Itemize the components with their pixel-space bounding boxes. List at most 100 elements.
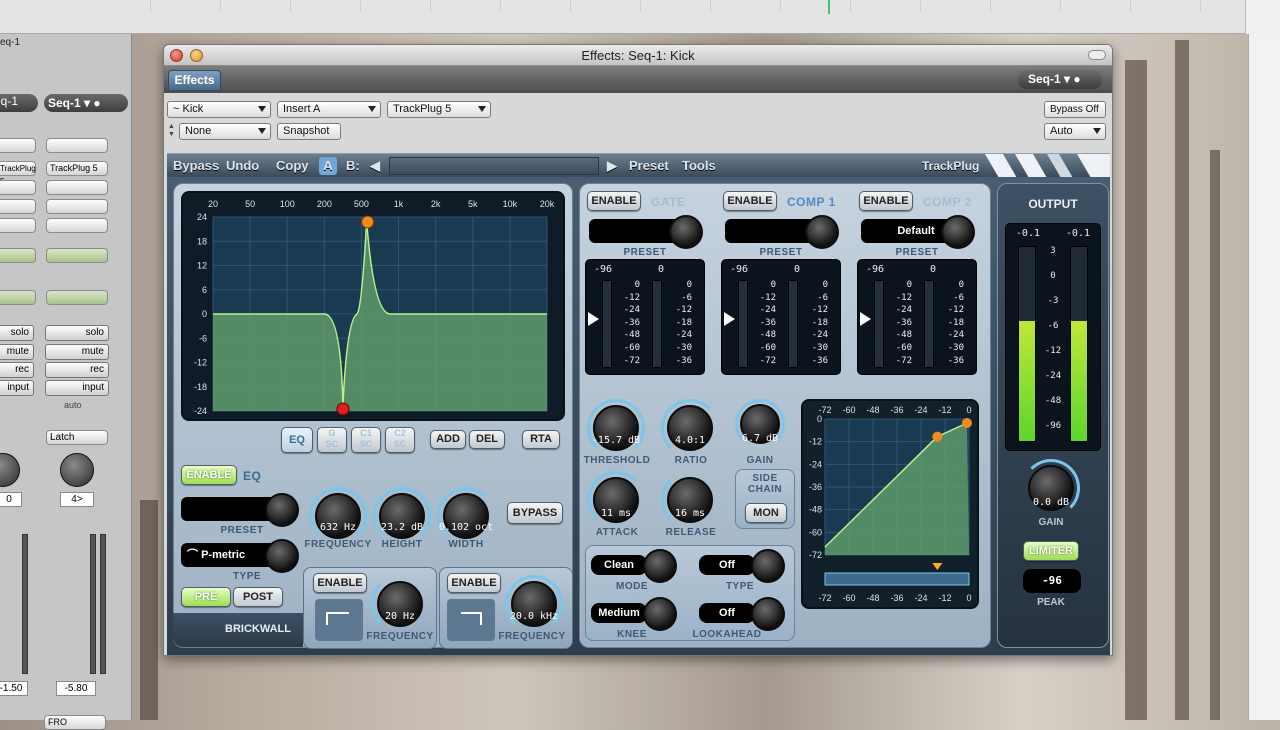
comp2-enable-button[interactable]: ENABLE bbox=[859, 191, 913, 211]
rec-button[interactable]: rec bbox=[45, 362, 109, 378]
type-knob[interactable] bbox=[751, 549, 785, 583]
track-select[interactable]: ~ Kick bbox=[167, 101, 271, 118]
mixer-send[interactable] bbox=[0, 290, 36, 305]
rec-button[interactable]: rec bbox=[0, 362, 34, 378]
volume-value[interactable]: -5.80 bbox=[56, 681, 96, 696]
preset-select[interactable]: None bbox=[179, 123, 271, 140]
low-brickwall-enable-button[interactable]: ENABLE bbox=[313, 573, 367, 593]
sidechain-monitor-button[interactable]: MON bbox=[745, 503, 787, 523]
mixer-insert-slot[interactable] bbox=[46, 138, 108, 153]
undo-button[interactable]: Undo bbox=[226, 157, 259, 175]
lookahead-field[interactable]: Off bbox=[699, 603, 755, 623]
effects-tab[interactable]: Effects bbox=[168, 70, 221, 91]
automation-mode-select[interactable]: Latch bbox=[46, 430, 108, 445]
playhead[interactable] bbox=[828, 0, 830, 14]
toolbar-toggle-button[interactable] bbox=[1088, 50, 1106, 60]
close-button[interactable] bbox=[170, 49, 183, 62]
comp2-sidechain-tab[interactable]: C2 SC bbox=[385, 427, 415, 453]
limiter-button[interactable]: LIMITER bbox=[1023, 541, 1079, 561]
eq-curve-plot[interactable]: 20 50 100 200 500 1k 2k 5k 10k 20k 24 18 12 6 0 -6 -12 -1… bbox=[183, 193, 563, 419]
mixer-slot[interactable] bbox=[0, 180, 36, 195]
next-preset-icon[interactable]: ▶ bbox=[607, 157, 617, 175]
eq-preset-knob[interactable] bbox=[265, 493, 299, 527]
eq-graph[interactable]: 20 50 100 200 500 1k 2k 5k 10k 20k 24 18 12 6 0 -6 -12 -1… bbox=[181, 191, 565, 421]
mode-knob[interactable] bbox=[643, 549, 677, 583]
snapshot-button[interactable]: Snapshot bbox=[277, 123, 341, 140]
gate-enable-button[interactable]: ENABLE bbox=[587, 191, 641, 211]
mixer-send[interactable] bbox=[46, 248, 108, 263]
mixer-sequence-selector-left[interactable]: Seq-1 bbox=[0, 94, 38, 112]
preset-stepper[interactable]: ▲ ▼ bbox=[168, 123, 178, 139]
post-button[interactable]: POST bbox=[233, 587, 283, 607]
mute-button[interactable]: mute bbox=[0, 344, 34, 360]
mixer-plug-slot[interactable]: TrackPlug 5 bbox=[0, 161, 36, 186]
ratio-node[interactable] bbox=[962, 418, 972, 428]
mixer-insert-slot[interactable] bbox=[0, 138, 36, 153]
rta-button[interactable]: RTA bbox=[522, 430, 560, 449]
output-peak-right[interactable]: -0.1 bbox=[1064, 228, 1090, 239]
threshold-arrow-icon[interactable] bbox=[724, 312, 735, 326]
transfer-curve-plot[interactable]: -72 -72 -60 -60 -48 -48 -36 -36 -24 -24 -12 -12 0 0 0 -… bbox=[803, 401, 977, 607]
threshold-node[interactable] bbox=[932, 431, 943, 442]
threshold-marker-icon[interactable] bbox=[932, 563, 943, 570]
insert-select[interactable]: Insert A bbox=[277, 101, 381, 118]
mute-button[interactable]: mute bbox=[45, 344, 109, 360]
type-field[interactable]: Off bbox=[699, 555, 755, 575]
eq-enable-button[interactable]: ENABLE bbox=[181, 465, 237, 485]
plugin-select[interactable]: TrackPlug 5 bbox=[387, 101, 491, 118]
auto-select[interactable]: Auto bbox=[1044, 123, 1106, 140]
volume-value[interactable]: -1.50 bbox=[0, 681, 28, 696]
tools-menu-button[interactable]: Tools bbox=[682, 157, 716, 175]
output-peak-left[interactable]: -0.1 bbox=[1014, 228, 1040, 239]
eq-type-knob[interactable] bbox=[265, 539, 299, 573]
mixer-slot[interactable] bbox=[46, 199, 108, 214]
preset-menu-button[interactable]: Preset bbox=[629, 157, 669, 175]
mixer-slot[interactable] bbox=[46, 218, 108, 233]
mixer-output-select[interactable]: FRO bbox=[44, 715, 106, 730]
copy-button[interactable]: Copy bbox=[276, 157, 309, 175]
eq-band-node-cut[interactable] bbox=[336, 402, 350, 416]
high-brickwall-enable-button[interactable]: ENABLE bbox=[447, 573, 501, 593]
knee-knob[interactable] bbox=[643, 597, 677, 631]
solo-button[interactable]: solo bbox=[0, 325, 34, 341]
mixer-slot[interactable] bbox=[0, 199, 36, 214]
gate-tab[interactable]: GATE bbox=[651, 195, 685, 209]
delete-band-button[interactable]: DEL bbox=[469, 430, 505, 449]
mixer-plug-slot[interactable]: TrackPlug 5 bbox=[46, 161, 108, 176]
bypass-off-button[interactable]: Bypass Off bbox=[1044, 101, 1106, 118]
dynamics-preset-knob[interactable] bbox=[941, 215, 975, 249]
solo-button[interactable]: solo bbox=[45, 325, 109, 341]
comp1-sidechain-tab[interactable]: C1 SC bbox=[351, 427, 381, 453]
peak-value[interactable]: -96 bbox=[1023, 569, 1081, 593]
mixer-slot[interactable] bbox=[46, 180, 108, 195]
eq-tab[interactable]: EQ bbox=[281, 427, 313, 453]
mixer-sequence-selector[interactable]: Seq-1 ▾ ● bbox=[44, 94, 128, 112]
timeline-ruler[interactable] bbox=[150, 0, 1240, 12]
pan-value[interactable]: 4> bbox=[60, 492, 94, 507]
pan-knob[interactable] bbox=[60, 453, 94, 487]
pan-knob[interactable] bbox=[0, 453, 20, 487]
comp1-tab[interactable]: COMP 1 bbox=[787, 195, 836, 209]
sequence-selector[interactable]: Seq-1 ▾ ● bbox=[1018, 70, 1102, 89]
eq-bypass-button[interactable]: BYPASS bbox=[507, 502, 563, 524]
preset-name-field[interactable] bbox=[389, 157, 599, 175]
input-button[interactable]: input bbox=[0, 380, 34, 396]
a-compare-button[interactable]: A bbox=[319, 157, 337, 175]
mixer-send[interactable] bbox=[0, 248, 36, 263]
mode-field[interactable]: Clean bbox=[591, 555, 647, 575]
threshold-arrow-icon[interactable] bbox=[588, 312, 599, 326]
mixer-send[interactable] bbox=[46, 290, 108, 305]
add-band-button[interactable]: ADD bbox=[430, 430, 466, 449]
pre-button[interactable]: PRE bbox=[181, 587, 231, 607]
eq-band-node-peak[interactable] bbox=[361, 215, 375, 229]
minimize-button[interactable] bbox=[190, 49, 203, 62]
mixer-slot[interactable] bbox=[0, 218, 36, 233]
lookahead-knob[interactable] bbox=[751, 597, 785, 631]
plugin-bypass-button[interactable]: Bypass bbox=[173, 157, 219, 175]
b-compare-button[interactable]: B: bbox=[346, 157, 360, 175]
compressor-transfer-graph[interactable]: -72 -72 -60 -60 -48 -48 -36 -36 -24 -24 -12 -12 0 0 0 -… bbox=[801, 399, 979, 609]
knee-field[interactable]: Medium bbox=[591, 603, 647, 623]
pan-value[interactable]: 0 bbox=[0, 492, 22, 507]
window-titlebar[interactable]: Effects: Seq-1: Kick bbox=[164, 45, 1112, 66]
prev-preset-icon[interactable]: ◀ bbox=[370, 157, 380, 175]
